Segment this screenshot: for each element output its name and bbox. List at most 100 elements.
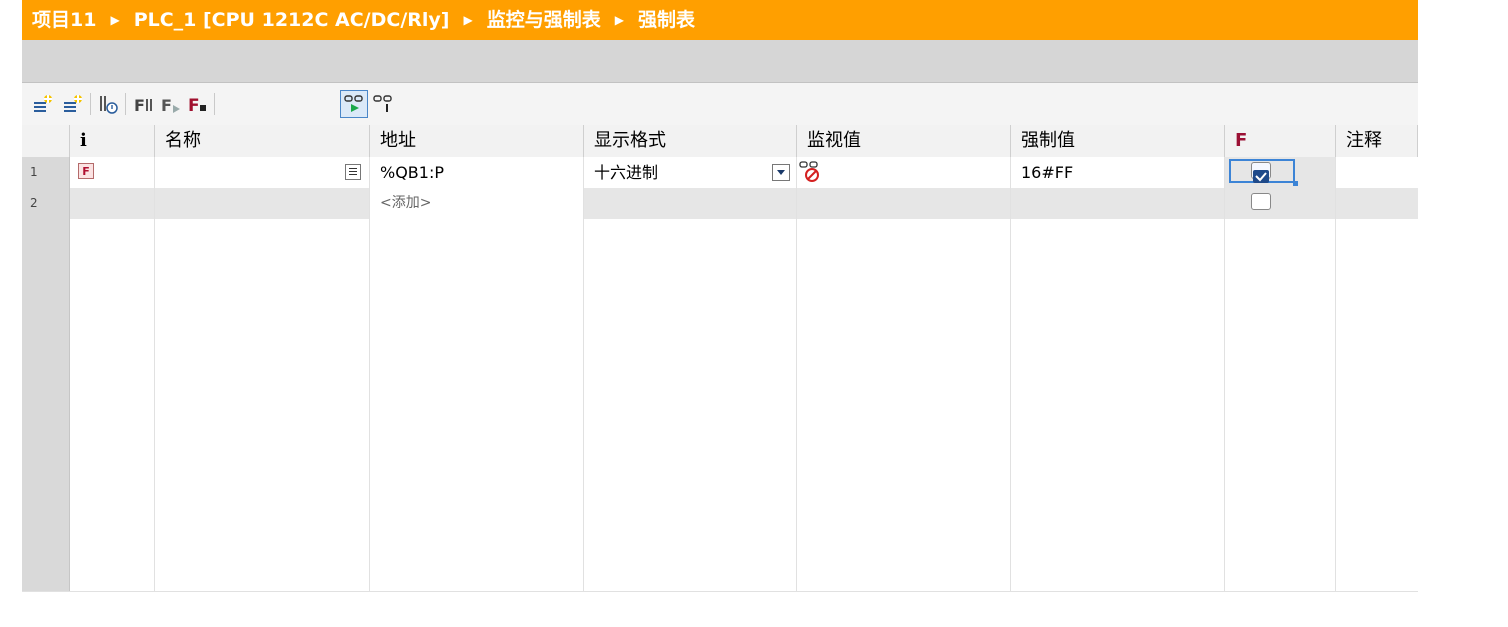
row-number[interactable] [22,219,70,250]
empty-cell[interactable] [370,560,584,591]
empty-table-row[interactable] [22,436,1418,468]
empty-cell[interactable] [370,529,584,560]
force-checkbox[interactable] [1251,162,1271,183]
header-name[interactable]: 名称 [155,125,370,157]
empty-cell[interactable] [797,436,1011,467]
empty-cell[interactable] [155,498,370,529]
empty-table-row[interactable] [22,560,1418,592]
empty-cell[interactable] [797,467,1011,498]
row-number[interactable] [22,467,70,498]
empty-cell[interactable] [584,467,797,498]
empty-cell[interactable] [370,467,584,498]
empty-cell[interactable] [155,436,370,467]
row-number[interactable] [22,343,70,374]
empty-cell[interactable] [70,374,155,405]
empty-cell[interactable] [70,529,155,560]
monitor-once-icon[interactable] [370,91,396,117]
empty-cell[interactable] [370,219,584,250]
empty-cell[interactable] [70,250,155,281]
empty-cell[interactable] [155,250,370,281]
breadcrumb-force-table[interactable]: 强制表 [638,0,695,40]
empty-cell[interactable] [155,467,370,498]
row-number[interactable] [22,281,70,312]
empty-cell[interactable] [1011,312,1225,343]
empty-cell[interactable] [1011,405,1225,436]
force-checkbox[interactable] [1251,193,1271,210]
empty-table-row[interactable] [22,405,1418,437]
row-number[interactable] [22,250,70,281]
header-display-format[interactable]: 显示格式 [584,125,797,157]
empty-cell[interactable] [370,343,584,374]
force-stop-icon[interactable]: F [184,91,210,117]
empty-table-row[interactable] [22,281,1418,313]
format-cell[interactable] [584,188,797,219]
breadcrumb-watch-force-tables[interactable]: 监控与强制表 [487,0,601,40]
force-start-icon[interactable]: F [157,91,183,117]
empty-cell[interactable] [797,374,1011,405]
empty-cell[interactable] [797,312,1011,343]
empty-table-row[interactable] [22,250,1418,282]
empty-cell[interactable] [584,498,797,529]
empty-cell[interactable] [155,560,370,591]
row-number[interactable] [22,436,70,467]
empty-cell[interactable] [797,281,1011,312]
empty-cell[interactable] [370,250,584,281]
empty-cell[interactable] [1336,498,1418,529]
force-history-icon[interactable] [95,91,121,117]
row-number[interactable] [22,529,70,560]
empty-cell[interactable] [1225,529,1336,560]
empty-cell[interactable] [1225,343,1336,374]
table-row[interactable]: 2 <添加> [22,188,1418,220]
breadcrumb-project[interactable]: 项目11 [32,0,96,40]
header-force-value[interactable]: 强制值 [1011,125,1225,157]
empty-table-row[interactable] [22,219,1418,251]
empty-cell[interactable] [155,219,370,250]
empty-cell[interactable] [155,405,370,436]
force-flag-cell[interactable] [1225,188,1336,219]
empty-cell[interactable] [1225,374,1336,405]
empty-cell[interactable] [1011,250,1225,281]
empty-cell[interactable] [1011,529,1225,560]
empty-cell[interactable] [797,343,1011,374]
comment-cell[interactable] [1336,157,1418,188]
empty-cell[interactable] [1225,498,1336,529]
empty-table-row[interactable] [22,312,1418,344]
empty-cell[interactable] [155,343,370,374]
empty-cell[interactable] [797,498,1011,529]
insert-row-icon[interactable] [30,91,56,117]
empty-cell[interactable] [1225,250,1336,281]
empty-cell[interactable] [1336,529,1418,560]
empty-cell[interactable] [1336,436,1418,467]
empty-cell[interactable] [155,374,370,405]
row-number[interactable] [22,374,70,405]
empty-cell[interactable] [1336,312,1418,343]
empty-cell[interactable] [1336,343,1418,374]
force-to-plc-icon[interactable]: F [130,91,156,117]
empty-cell[interactable] [1011,436,1225,467]
empty-cell[interactable] [1011,219,1225,250]
tag-list-icon[interactable] [345,164,361,180]
empty-cell[interactable] [1225,436,1336,467]
empty-cell[interactable] [1011,498,1225,529]
empty-table-row[interactable] [22,467,1418,499]
empty-cell[interactable] [584,343,797,374]
empty-cell[interactable] [797,219,1011,250]
empty-cell[interactable] [370,436,584,467]
row-number[interactable]: 2 [22,188,70,219]
empty-table-row[interactable] [22,498,1418,530]
empty-table-row[interactable] [22,374,1418,406]
header-comment[interactable]: 注释 [1336,125,1418,157]
empty-cell[interactable] [155,281,370,312]
chevron-down-icon[interactable] [772,164,790,181]
row-number[interactable]: 1 [22,157,70,188]
header-monitor-value[interactable]: 监视值 [797,125,1011,157]
empty-cell[interactable] [1225,312,1336,343]
empty-cell[interactable] [1225,405,1336,436]
empty-cell[interactable] [1011,467,1225,498]
empty-cell[interactable] [370,405,584,436]
empty-cell[interactable] [70,312,155,343]
empty-cell[interactable] [370,374,584,405]
force-flag-cell[interactable] [1225,157,1336,188]
empty-cell[interactable] [1336,219,1418,250]
row-number[interactable] [22,405,70,436]
